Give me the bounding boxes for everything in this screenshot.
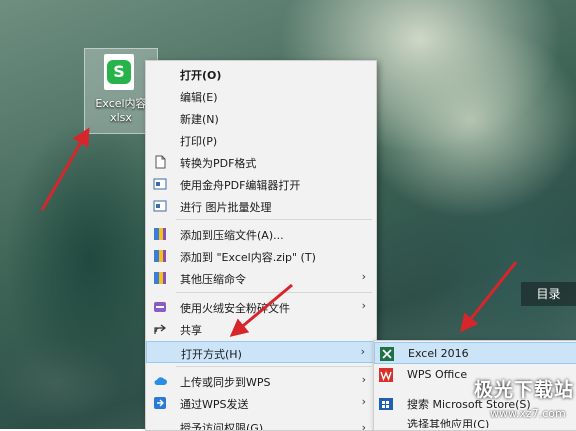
- watermark-logo-text: 极光下载站: [474, 379, 575, 401]
- red-arrow-to-file: [40, 127, 90, 211]
- annotation-arrows: [40, 127, 518, 337]
- red-arrow-to-excel: [460, 261, 518, 333]
- watermark-url: www.xz7.com: [490, 407, 566, 420]
- red-arrow-to-open-with: [229, 283, 293, 337]
